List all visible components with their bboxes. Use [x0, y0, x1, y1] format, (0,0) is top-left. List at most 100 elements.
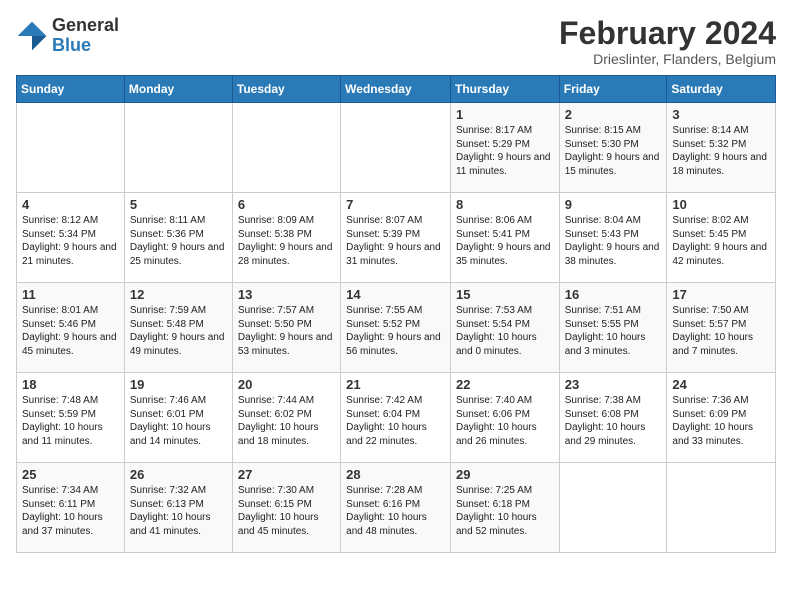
day-number: 26 — [130, 467, 227, 482]
calendar-cell: 24 Sunrise: 7:36 AM Sunset: 6:09 PM Dayli… — [667, 373, 776, 463]
calendar-week-row: 25Sunrise: 7:34 AM Sunset: 6:11 PM Dayli… — [17, 463, 776, 553]
calendar-cell — [232, 103, 340, 193]
day-info: Sunrise: 7:44 AM Sunset: 6:02 PM Dayligh… — [238, 394, 335, 448]
calendar-cell: 6 Sunrise: 8:09 AM Sunset: 5:38 PM Daylig… — [232, 193, 340, 283]
calendar-cell: 20 Sunrise: 7:44 AM Sunset: 6:02 PM Dayli… — [232, 373, 340, 463]
logo-icon — [16, 20, 48, 52]
calendar-cell: 21Sunrise: 7:42 AM Sunset: 6:04 PM Dayli… — [341, 373, 451, 463]
day-number: 9 — [565, 197, 662, 212]
calendar-cell: 16 Sunrise: 7:51 AM Sunset: 5:55 PM Dayli… — [559, 283, 667, 373]
weekday-header: Thursday — [450, 76, 559, 103]
day-number: 28 — [346, 467, 445, 482]
day-number: 7 — [346, 197, 445, 212]
weekday-header: Tuesday — [232, 76, 340, 103]
day-number: 10 — [672, 197, 770, 212]
day-number: 18 — [22, 377, 119, 392]
day-number: 20 — [238, 377, 335, 392]
calendar-subtitle: Drieslinter, Flanders, Belgium — [559, 51, 776, 67]
day-info: Sunrise: 7:55 AM Sunset: 5:52 PM Dayligh… — [346, 304, 445, 358]
day-info: Sunrise: 8:09 AM Sunset: 5:38 PM Dayligh… — [238, 214, 335, 268]
calendar-cell: 9 Sunrise: 8:04 AM Sunset: 5:43 PM Daylig… — [559, 193, 667, 283]
logo: General Blue — [16, 16, 119, 56]
day-info: Sunrise: 7:46 AM Sunset: 6:01 PM Dayligh… — [130, 394, 227, 448]
day-info: Sunrise: 8:17 AM Sunset: 5:29 PM Dayligh… — [456, 124, 554, 178]
day-number: 21 — [346, 377, 445, 392]
day-info: Sunrise: 7:36 AM Sunset: 6:09 PM Dayligh… — [672, 394, 770, 448]
title-area: February 2024 Drieslinter, Flanders, Bel… — [559, 16, 776, 67]
day-info: Sunrise: 8:04 AM Sunset: 5:43 PM Dayligh… — [565, 214, 662, 268]
day-info: Sunrise: 7:30 AM Sunset: 6:15 PM Dayligh… — [238, 484, 335, 538]
calendar-week-row: 11 Sunrise: 8:01 AM Sunset: 5:46 PM Dayli… — [17, 283, 776, 373]
day-info: Sunrise: 7:32 AM Sunset: 6:13 PM Dayligh… — [130, 484, 227, 538]
calendar-cell: 23 Sunrise: 7:38 AM Sunset: 6:08 PM Dayli… — [559, 373, 667, 463]
calendar-title: February 2024 — [559, 16, 776, 51]
day-info: Sunrise: 8:07 AM Sunset: 5:39 PM Dayligh… — [346, 214, 445, 268]
weekday-header: Wednesday — [341, 76, 451, 103]
weekday-header-row: SundayMondayTuesdayWednesdayThursdayFrid… — [17, 76, 776, 103]
day-number: 15 — [456, 287, 554, 302]
day-number: 1 — [456, 107, 554, 122]
calendar-week-row: 18 Sunrise: 7:48 AM Sunset: 5:59 PM Dayli… — [17, 373, 776, 463]
day-number: 25 — [22, 467, 119, 482]
calendar-cell: 28 Sunrise: 7:28 AM Sunset: 6:16 PM Dayli… — [341, 463, 451, 553]
day-number: 5 — [130, 197, 227, 212]
day-info: Sunrise: 8:02 AM Sunset: 5:45 PM Dayligh… — [672, 214, 770, 268]
calendar-week-row: 4 Sunrise: 8:12 AM Sunset: 5:34 PM Daylig… — [17, 193, 776, 283]
day-info: Sunrise: 7:48 AM Sunset: 5:59 PM Dayligh… — [22, 394, 119, 448]
day-number: 12 — [130, 287, 227, 302]
calendar-cell: 7 Sunrise: 8:07 AM Sunset: 5:39 PM Daylig… — [341, 193, 451, 283]
page-header: General Blue February 2024 Drieslinter, … — [16, 16, 776, 67]
calendar-cell — [559, 463, 667, 553]
day-number: 4 — [22, 197, 119, 212]
weekday-header: Saturday — [667, 76, 776, 103]
day-number: 17 — [672, 287, 770, 302]
day-info: Sunrise: 7:53 AM Sunset: 5:54 PM Dayligh… — [456, 304, 554, 358]
logo-line2: Blue — [52, 36, 119, 56]
calendar-week-row: 1 Sunrise: 8:17 AM Sunset: 5:29 PM Daylig… — [17, 103, 776, 193]
calendar-cell: 4 Sunrise: 8:12 AM Sunset: 5:34 PM Daylig… — [17, 193, 125, 283]
calendar-cell — [124, 103, 232, 193]
day-number: 6 — [238, 197, 335, 212]
day-info: Sunrise: 8:06 AM Sunset: 5:41 PM Dayligh… — [456, 214, 554, 268]
calendar-cell — [17, 103, 125, 193]
calendar-cell: 26 Sunrise: 7:32 AM Sunset: 6:13 PM Dayli… — [124, 463, 232, 553]
day-info: Sunrise: 7:59 AM Sunset: 5:48 PM Dayligh… — [130, 304, 227, 358]
day-info: Sunrise: 8:14 AM Sunset: 5:32 PM Dayligh… — [672, 124, 770, 178]
day-info: Sunrise: 7:28 AM Sunset: 6:16 PM Dayligh… — [346, 484, 445, 538]
day-info: Sunrise: 8:12 AM Sunset: 5:34 PM Dayligh… — [22, 214, 119, 268]
weekday-header: Sunday — [17, 76, 125, 103]
calendar-cell: 8Sunrise: 8:06 AM Sunset: 5:41 PM Daylig… — [450, 193, 559, 283]
day-number: 13 — [238, 287, 335, 302]
day-number: 23 — [565, 377, 662, 392]
day-info: Sunrise: 8:11 AM Sunset: 5:36 PM Dayligh… — [130, 214, 227, 268]
calendar-cell: 2Sunrise: 8:15 AM Sunset: 5:30 PM Daylig… — [559, 103, 667, 193]
calendar-cell: 17 Sunrise: 7:50 AM Sunset: 5:57 PM Dayli… — [667, 283, 776, 373]
calendar-cell — [667, 463, 776, 553]
calendar-cell: 11 Sunrise: 8:01 AM Sunset: 5:46 PM Dayli… — [17, 283, 125, 373]
calendar-cell: 29Sunrise: 7:25 AM Sunset: 6:18 PM Dayli… — [450, 463, 559, 553]
calendar-cell: 19 Sunrise: 7:46 AM Sunset: 6:01 PM Dayli… — [124, 373, 232, 463]
calendar-cell: 14Sunrise: 7:55 AM Sunset: 5:52 PM Dayli… — [341, 283, 451, 373]
calendar-table: SundayMondayTuesdayWednesdayThursdayFrid… — [16, 75, 776, 553]
day-info: Sunrise: 7:40 AM Sunset: 6:06 PM Dayligh… — [456, 394, 554, 448]
day-info: Sunrise: 7:50 AM Sunset: 5:57 PM Dayligh… — [672, 304, 770, 358]
calendar-cell: 22Sunrise: 7:40 AM Sunset: 6:06 PM Dayli… — [450, 373, 559, 463]
calendar-cell — [341, 103, 451, 193]
calendar-cell: 10 Sunrise: 8:02 AM Sunset: 5:45 PM Dayli… — [667, 193, 776, 283]
day-number: 24 — [672, 377, 770, 392]
calendar-cell: 3Sunrise: 8:14 AM Sunset: 5:32 PM Daylig… — [667, 103, 776, 193]
calendar-cell: 5 Sunrise: 8:11 AM Sunset: 5:36 PM Daylig… — [124, 193, 232, 283]
calendar-cell: 18 Sunrise: 7:48 AM Sunset: 5:59 PM Dayli… — [17, 373, 125, 463]
day-info: Sunrise: 7:51 AM Sunset: 5:55 PM Dayligh… — [565, 304, 662, 358]
day-number: 29 — [456, 467, 554, 482]
day-number: 19 — [130, 377, 227, 392]
day-number: 16 — [565, 287, 662, 302]
day-info: Sunrise: 8:15 AM Sunset: 5:30 PM Dayligh… — [565, 124, 662, 178]
day-number: 11 — [22, 287, 119, 302]
calendar-cell: 27 Sunrise: 7:30 AM Sunset: 6:15 PM Dayli… — [232, 463, 340, 553]
day-info: Sunrise: 7:38 AM Sunset: 6:08 PM Dayligh… — [565, 394, 662, 448]
calendar-cell: 25Sunrise: 7:34 AM Sunset: 6:11 PM Dayli… — [17, 463, 125, 553]
day-info: Sunrise: 8:01 AM Sunset: 5:46 PM Dayligh… — [22, 304, 119, 358]
day-number: 27 — [238, 467, 335, 482]
logo-line1: General — [52, 16, 119, 36]
